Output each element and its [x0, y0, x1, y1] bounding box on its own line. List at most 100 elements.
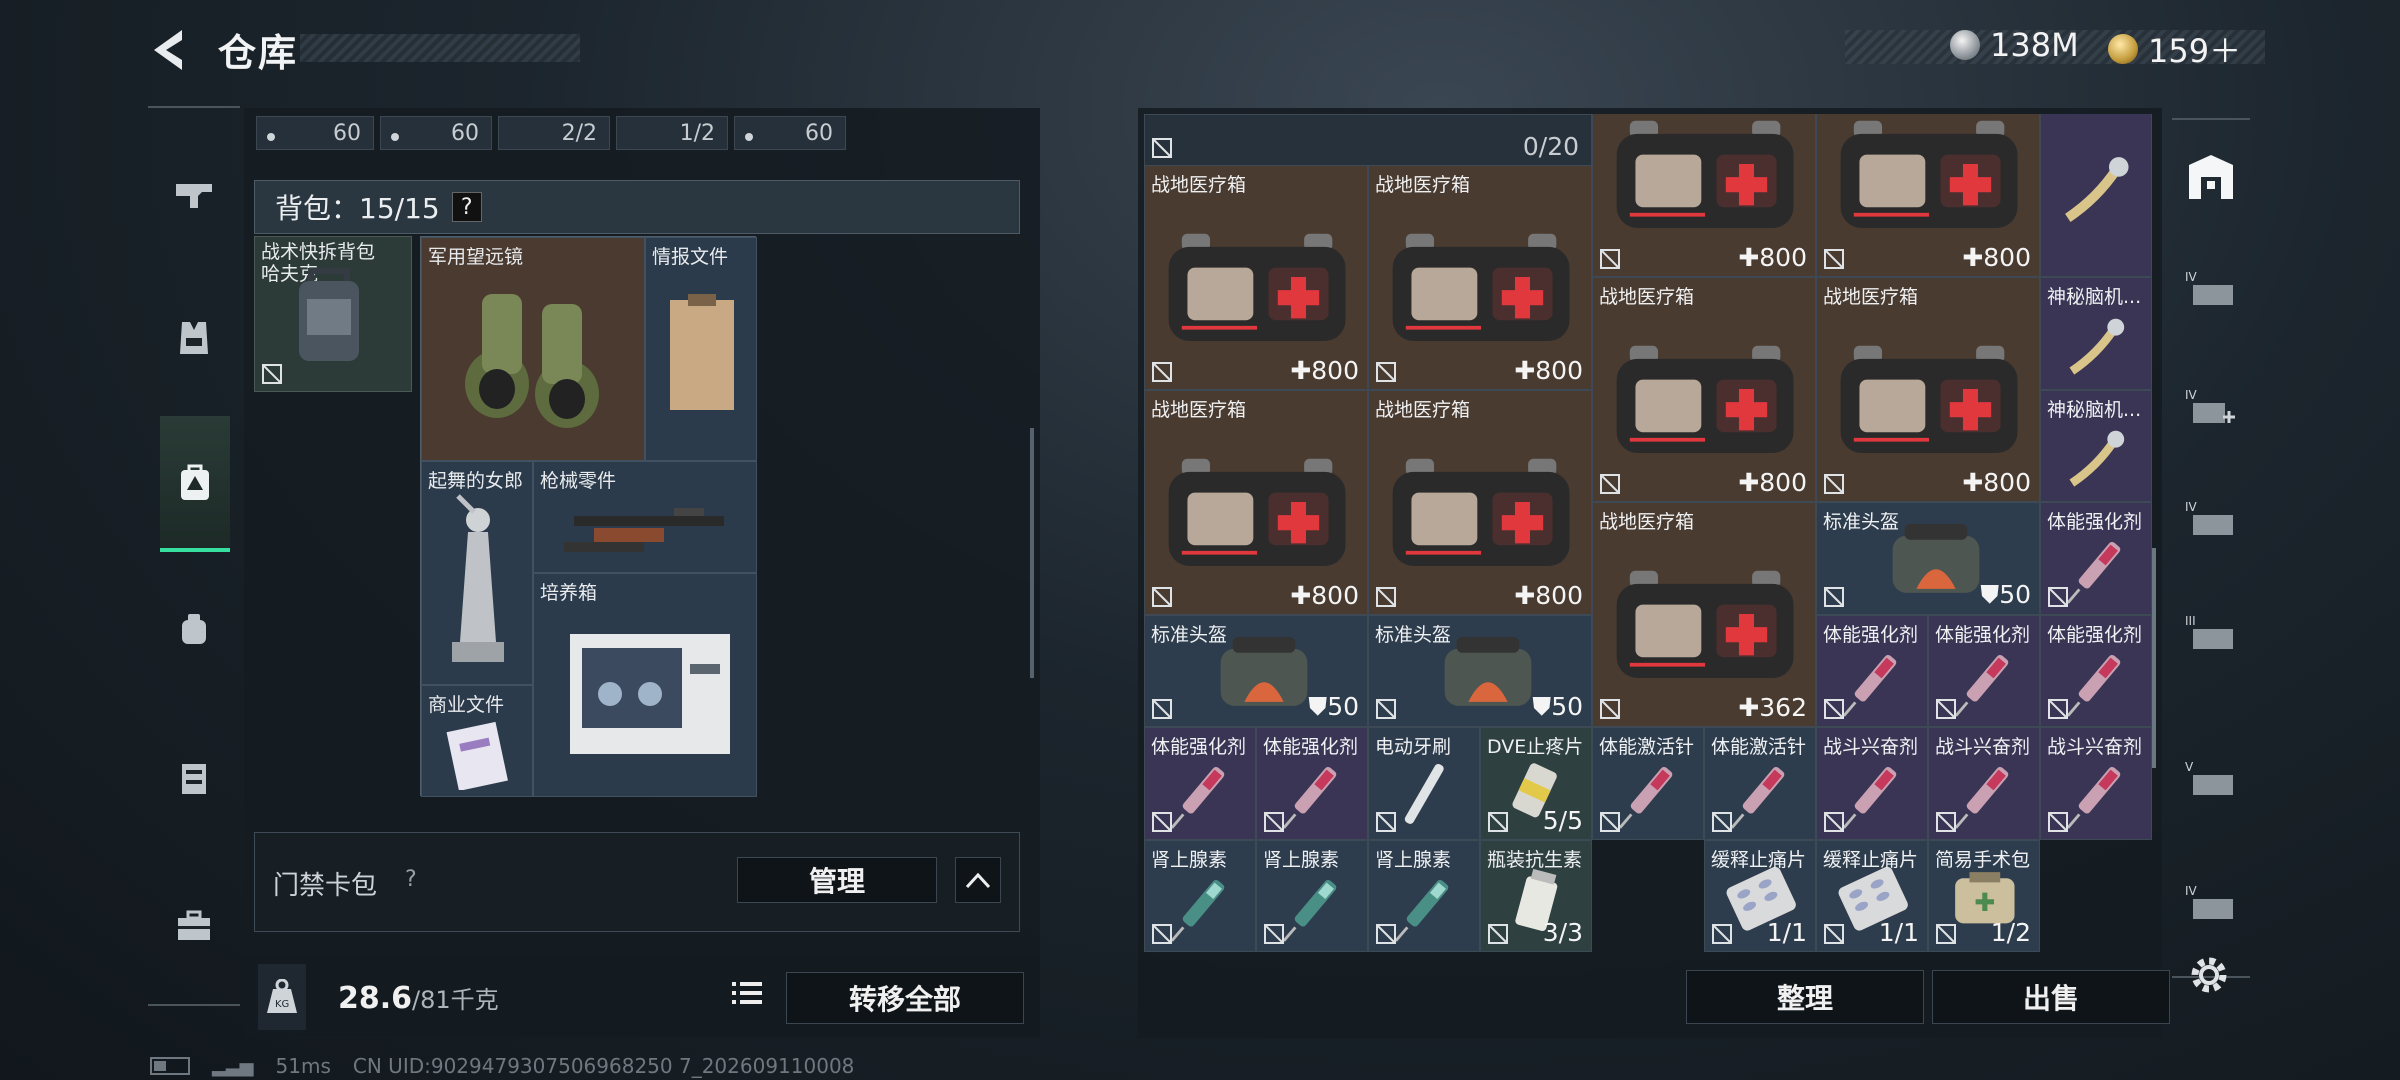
brain-chip-icon [2069, 318, 2124, 375]
warehouse-item[interactable]: 标准头盔 ⛊50 [1368, 614, 1592, 728]
item-incubator[interactable]: 培养箱 [533, 573, 757, 797]
warehouse-item[interactable]: 战斗兴奋剂 [1816, 727, 1928, 840]
manage-button[interactable]: 管理 [737, 857, 937, 903]
warehouse-item[interactable]: 简易手术包 1/2 [1928, 839, 2040, 953]
top-bar: 仓库 138M 159＋ [0, 0, 2400, 100]
nav-container-iv-3[interactable]: IV [2182, 490, 2240, 548]
warehouse-item[interactable]: 肾上腺素 [1256, 839, 1368, 953]
left-scrollbar[interactable] [1030, 428, 1034, 678]
backpack-icon [181, 464, 209, 500]
ammo-slot[interactable]: 60 [380, 116, 492, 150]
sort-button[interactable]: 整理 [1686, 970, 1924, 1024]
warehouse-item[interactable]: 神秘脑机... [2040, 114, 2152, 278]
warehouse-item[interactable]: ✚800 [1816, 114, 2040, 278]
left-category-nav [148, 106, 240, 1006]
warehouse-item[interactable]: 战地医疗箱 ✚800 [1144, 389, 1368, 615]
warehouse-item[interactable]: 体能强化剂 [1816, 614, 1928, 728]
lock-icon [1488, 811, 1508, 832]
lock-icon [1936, 699, 1956, 720]
warehouse-item[interactable]: 体能强化剂 [1928, 614, 2040, 728]
ammo-slot[interactable]: 2/2 [498, 116, 610, 150]
backpack-grid: 军用望远镜 情报文件 起舞的女郎 枪械零件 培养箱 商业文件 [420, 236, 757, 797]
list-view-button[interactable] [724, 968, 770, 1018]
back-arrow-icon[interactable] [148, 26, 190, 74]
warehouse-item[interactable]: 体能强化剂 [1256, 727, 1368, 840]
lock-icon [1152, 138, 1172, 158]
warehouse-item[interactable]: 体能激活针 [1704, 727, 1816, 840]
nav-container-v[interactable]: V [2182, 750, 2240, 808]
currency-gold[interactable]: 159＋ [2108, 26, 2241, 72]
currency-silver[interactable]: 138M [1950, 26, 2079, 64]
item-gun-parts[interactable]: 枪械零件 [533, 461, 757, 573]
lock-icon [1376, 924, 1396, 945]
nav-container-iv-1[interactable]: IV [2182, 260, 2240, 318]
item-dancing-lady[interactable]: 起舞的女郎 [421, 461, 533, 685]
right-scrollbar[interactable] [2152, 548, 2156, 768]
nav-warehouse-home[interactable] [2182, 148, 2240, 206]
item-binoculars[interactable]: 军用望远镜 [421, 237, 645, 461]
nav-container-iv-4[interactable]: IV [2182, 874, 2240, 932]
nav-armor[interactable] [160, 308, 228, 368]
warehouse-item[interactable]: 战斗兴奋剂 [1928, 727, 2040, 840]
nav-pouch[interactable] [160, 598, 228, 658]
item-label: 商业文件 [428, 694, 505, 716]
warehouse-item[interactable]: 肾上腺素 [1144, 839, 1256, 953]
warehouse-item[interactable]: 体能强化剂 [1144, 727, 1256, 840]
warehouse-item[interactable]: 缓释止痛片 1/1 [1816, 839, 1928, 953]
warehouse-item[interactable]: 缓释止痛片 1/1 [1704, 839, 1816, 953]
nav-toolbox[interactable] [160, 896, 228, 956]
ammo-slot[interactable]: 60 [256, 116, 374, 150]
ammo-slot[interactable]: 60 [734, 116, 846, 150]
warehouse-item[interactable]: 神秘脑机... [2040, 389, 2152, 503]
value-prefix-icon: ✚ [1738, 693, 1760, 723]
battery-icon [150, 1057, 190, 1075]
ammo-slot[interactable]: 1/2 [616, 116, 728, 150]
item-label: 简易手术包 [1935, 848, 2031, 871]
ping-text: 51ms [275, 1054, 331, 1078]
lock-icon [1376, 811, 1396, 832]
container-row[interactable]: 0/20 [1144, 114, 1592, 166]
warehouse-item[interactable]: 标准头盔 ⛊50 [1816, 502, 2040, 615]
warehouse-item[interactable]: 战地医疗箱 ✚800 [1816, 277, 2040, 503]
warehouse-item[interactable]: 战地医疗箱 ✚800 [1368, 389, 1592, 615]
warehouse-item[interactable]: ✚800 [1592, 114, 1816, 278]
nav-container-iv-2[interactable]: IV [2182, 378, 2240, 436]
collapse-button[interactable] [955, 857, 1001, 903]
warehouse-item[interactable]: 电动牙刷 [1368, 727, 1480, 840]
item-label: 战地医疗箱 [1823, 286, 1919, 309]
transfer-all-button[interactable]: 转移全部 [786, 972, 1024, 1024]
nav-case[interactable] [160, 748, 228, 808]
pouch-icon [182, 614, 206, 644]
warehouse-item[interactable]: 体能强化剂 [2040, 502, 2152, 615]
warehouse-item[interactable]: 战斗兴奋剂 [2040, 727, 2152, 840]
keycard-help-icon[interactable]: ? [405, 867, 417, 892]
item-intel-file[interactable]: 情报文件 [645, 237, 757, 461]
warehouse-item[interactable]: 战地医疗箱 ✚800 [1144, 164, 1368, 390]
slot-count: 60 [451, 120, 479, 146]
svg-text:KG: KG [275, 999, 289, 1010]
settings-gear-icon[interactable] [2186, 952, 2232, 998]
svg-text:IV: IV [2185, 500, 2198, 514]
warehouse-item[interactable]: DVE止疼片 5/5 [1480, 727, 1592, 840]
warehouse-item[interactable]: 体能激活针 [1592, 727, 1704, 840]
warehouse-item[interactable]: 标准头盔 ⛊50 [1144, 614, 1368, 728]
lock-icon [1824, 474, 1844, 495]
warehouse-item[interactable]: 肾上腺素 [1368, 839, 1480, 953]
nav-weapon[interactable] [160, 164, 228, 224]
sell-button[interactable]: 出售 [1932, 970, 2170, 1024]
nav-container-iii[interactable]: III [2182, 604, 2240, 662]
warehouse-item[interactable]: 神秘脑机... [2040, 277, 2152, 390]
equipped-backpack[interactable]: 战术快拆背包 哈夫克 [254, 236, 412, 392]
item-business-file[interactable]: 商业文件 [421, 685, 533, 797]
signal-icon: ▂▃▅ [212, 1055, 254, 1077]
container-iv-icon: IV [2185, 884, 2233, 919]
warehouse-item[interactable]: 体能强化剂 [2040, 614, 2152, 728]
warehouse-item[interactable]: 战地医疗箱 ✚800 [1592, 277, 1816, 503]
incubator-icon [570, 634, 730, 754]
help-button[interactable]: ? [451, 192, 482, 222]
lock-icon [1600, 699, 1620, 720]
warehouse-item[interactable]: 战地医疗箱 ✚362 [1592, 502, 1816, 728]
nav-backpack-active[interactable] [160, 416, 230, 552]
warehouse-item[interactable]: 瓶装抗生素 3/3 [1480, 839, 1592, 953]
warehouse-item[interactable]: 战地医疗箱 ✚800 [1368, 164, 1592, 390]
